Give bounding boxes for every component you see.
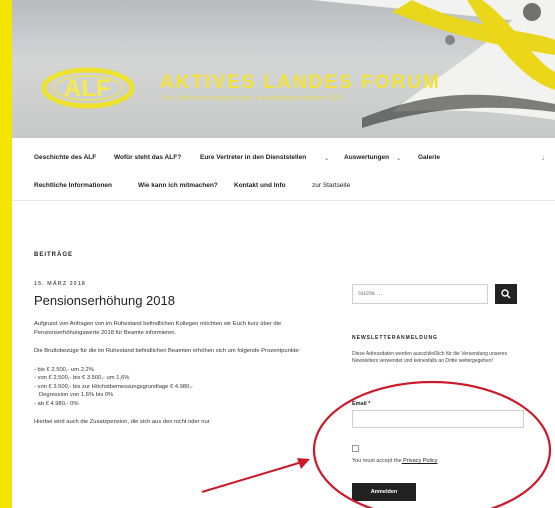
post-body: Aufgrund von Anfragen von im Ruhestand b… [34, 320, 324, 437]
svg-text:ALF: ALF [64, 75, 111, 102]
nav-item-geschichte[interactable]: Geschichte des ALF [34, 154, 96, 161]
list-item: - von € 2.500,- bis € 3.500,- um 1,6% [34, 375, 130, 381]
consent-text-middle: accept the [376, 458, 402, 464]
site-title[interactable]: AKTIVES LANDES FORUM [160, 72, 441, 94]
post-title[interactable]: Pensionserhöhung 2018 [34, 293, 175, 308]
list-item: - von € 3.500,- bis zur Höchstbemessungs… [34, 383, 193, 390]
search-button[interactable] [495, 284, 517, 304]
nav-item-vertreter[interactable]: Eure Vertreter in den Dienststellen [200, 154, 306, 161]
annotation-circle [312, 380, 552, 508]
chevron-down-icon[interactable]: ⌄ [324, 154, 329, 162]
arrow-down-icon[interactable]: ↓ [541, 153, 545, 162]
pension-rate-list: - bis € 2.500,- um 2,2% - von € 2.500,- … [34, 366, 324, 409]
post-date[interactable]: 15. MÄRZ 2018 [34, 281, 86, 287]
site-header: ALF AKTIVES LANDES FORUM Der Seniorenver… [12, 0, 555, 138]
nav-item-auswertungen[interactable]: Auswertungen [344, 154, 389, 161]
page: ALF AKTIVES LANDES FORUM Der Seniorenver… [12, 0, 555, 508]
chevron-down-icon[interactable]: ⌄ [396, 154, 401, 162]
nav-item-wofuer[interactable]: Wofür steht das ALF? [114, 154, 181, 161]
list-item: - ab € 4.980,- 0% [34, 400, 79, 407]
nav-item-startseite[interactable]: zur Startseite [312, 182, 350, 189]
search-input[interactable] [352, 284, 488, 304]
post-paragraph: Die Bruttobezüge für die im Ruhestand be… [34, 348, 301, 354]
list-item: - bis € 2.500,- um 2,2% [34, 366, 94, 373]
email-label: Email * [352, 401, 371, 407]
nav-item-rechtliches[interactable]: Rechtliche Informationen [34, 182, 112, 189]
site-tagline: Der Seniorenverband des Landesbedienstet… [162, 95, 343, 102]
post-paragraph: Aufgrund von Anfragen von im Ruhestand b… [34, 321, 282, 336]
nav-item-mitmachen[interactable]: Wie kann ich mitmachen? [138, 182, 218, 189]
main-navigation: Geschichte des ALF Wofür steht das ALF? … [12, 138, 555, 201]
annotation-arrow-line [201, 461, 303, 493]
list-item: Degression von 1,6% bis 0% [39, 392, 114, 398]
alf-logo[interactable]: ALF [40, 62, 150, 112]
newsletter-title: NEWSLETTERANMELDUNG [352, 335, 438, 341]
newsletter-description: Diese Adressdaten werden ausschließlich … [352, 351, 508, 365]
email-field[interactable] [352, 410, 524, 428]
subscribe-button[interactable]: Anmelden [352, 483, 416, 501]
privacy-consent-label: You must accept the Privacy Policy [352, 458, 437, 464]
consent-text-prefix: You must [352, 458, 377, 464]
annotation-arrow-head [297, 458, 310, 469]
nav-item-galerie[interactable]: Galerie [418, 154, 440, 161]
privacy-policy-link[interactable]: Privacy Policy [402, 458, 437, 464]
search-icon [501, 288, 511, 298]
post-paragraph: Hierbei wird auch die Zusatzpension, die… [34, 419, 210, 425]
section-label: BEITRÄGE [34, 252, 74, 258]
privacy-consent-checkbox[interactable] [352, 445, 359, 452]
nav-item-kontakt[interactable]: Kontakt und Info [234, 182, 286, 189]
